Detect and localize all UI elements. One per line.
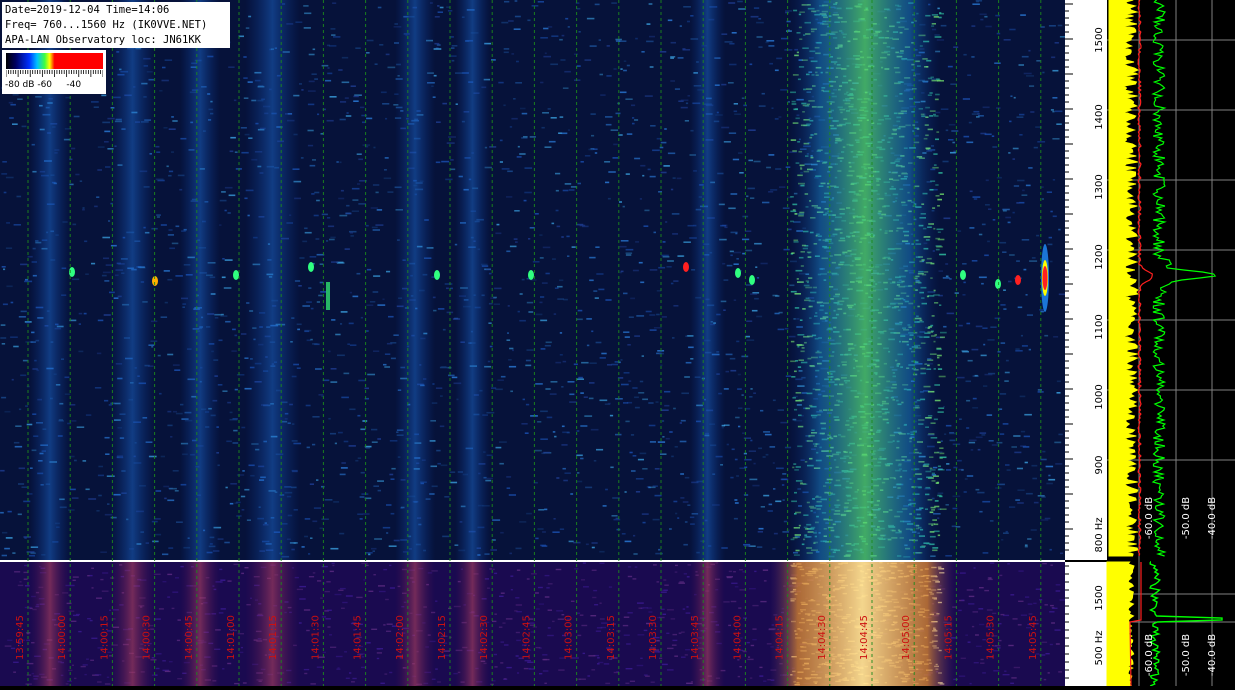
freq-label: 1000	[1094, 384, 1105, 409]
spectrogram-svg: 13:59:45 14:00:00 14:00:15 14:00:30 14:00:45…	[0, 0, 1235, 686]
time-label: 14:02:15	[437, 615, 448, 660]
time-label: 14:01:15	[268, 615, 279, 660]
time-label: 14:01:00	[226, 615, 237, 660]
time-label: 14:04:15	[775, 615, 786, 660]
time-label: 14:05:30	[986, 615, 997, 660]
scale-label-mid: -60	[37, 80, 52, 90]
level-label: -50.0 dB	[1181, 634, 1192, 676]
level-label: -60.0 dB	[1144, 497, 1155, 539]
freq-label: 1300	[1094, 174, 1105, 199]
scale-label-min: -80 dB	[5, 80, 34, 90]
level-label: -40.0 dB	[1207, 497, 1218, 539]
time-label: 14:02:00	[395, 615, 406, 660]
spectrogram-display: 13:59:45 14:00:00 14:00:15 14:00:30 14:00:45…	[0, 0, 1235, 686]
freq-label: 1400	[1094, 104, 1105, 129]
time-label: 14:04:30	[817, 615, 828, 660]
freq-axis-top	[1065, 0, 1107, 560]
time-label: 14:04:45	[859, 615, 870, 660]
color-scale-bar	[6, 53, 103, 69]
freq-label: 500 Hz	[1094, 630, 1105, 665]
time-label: 14:03:00	[564, 615, 575, 660]
time-label: 14:03:30	[648, 615, 659, 660]
time-label: 14:03:15	[606, 615, 617, 660]
frequency-line: Freq= 760...1560 Hz (IK0VVE.NET)	[5, 18, 227, 33]
time-label: 13:59:45	[15, 615, 26, 660]
freq-label: 1200	[1094, 244, 1105, 269]
color-scale-ticks	[6, 70, 103, 78]
freq-axis-bottom	[1065, 562, 1107, 686]
time-label: 14:02:45	[521, 615, 532, 660]
time-label: 14:05:00	[901, 615, 912, 660]
freq-label: 800 Hz	[1094, 517, 1105, 552]
time-label: 14:04:00	[732, 615, 743, 660]
time-label: 14:02:30	[479, 615, 490, 660]
header-info: Date=2019-12-04 Time=14:06Freq= 760...15…	[2, 2, 230, 48]
observatory-line: APA-LAN Observatory loc: JN61KK	[5, 33, 227, 48]
scale-label-max: -40	[66, 80, 81, 90]
level-label: -50.0 dB	[1181, 497, 1192, 539]
freq-label: 1500	[1094, 27, 1105, 52]
time-label: 14:00:00	[57, 615, 68, 660]
freq-label: 900	[1094, 455, 1105, 474]
level-label: -40.0 dB	[1207, 634, 1218, 676]
level-label: -60.0 dB	[1144, 634, 1155, 676]
time-label: 14:00:15	[99, 615, 110, 660]
time-label: 14:00:45	[184, 615, 195, 660]
time-label: 14:00:30	[142, 615, 153, 660]
time-label: 14:05:15	[943, 615, 954, 660]
time-label: 14:01:30	[310, 615, 321, 660]
broadband-signal	[790, 0, 940, 560]
time-label: 14:03:45	[690, 615, 701, 660]
freq-label: 1500	[1094, 585, 1105, 610]
date-time-line: Date=2019-12-04 Time=14:06	[5, 3, 227, 18]
time-label: 14:01:45	[353, 615, 364, 660]
freq-label: 1100	[1094, 314, 1105, 339]
color-scale-legend: -80 dB -60 -40	[2, 50, 106, 94]
time-label: 14:05:45	[1028, 615, 1039, 660]
